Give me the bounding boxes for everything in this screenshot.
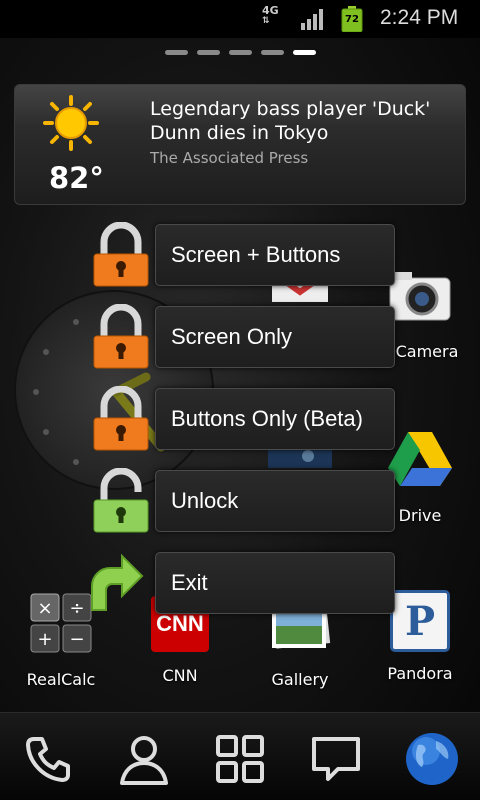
unlocked-padlock-icon [93, 468, 149, 533]
menu-item-screen-buttons[interactable]: Screen + Buttons [155, 224, 395, 286]
network-type-indicator: 4G ⇅ [262, 4, 279, 26]
page-dot [229, 50, 252, 55]
menu-item-buttons-only[interactable]: Buttons Only (Beta) [155, 388, 395, 450]
clock-time: 2:24 PM [380, 6, 459, 29]
dock-bar [0, 712, 480, 800]
page-dot [261, 50, 284, 55]
menu-item-exit[interactable]: Exit [155, 552, 395, 614]
news-headline[interactable]: Legendary bass player 'Duck' Dunn dies i… [150, 97, 450, 145]
messaging-icon[interactable] [308, 731, 364, 787]
page-dot-active [293, 50, 316, 55]
menu-item-screen-only[interactable]: Screen Only [155, 306, 395, 368]
page-dot [165, 50, 188, 55]
phone-icon[interactable] [20, 731, 76, 787]
battery-icon: 72 [341, 6, 363, 32]
locked-padlock-icon [93, 222, 149, 287]
svg-text:×: × [37, 598, 52, 619]
menu-item-label: Buttons Only (Beta) [171, 406, 363, 431]
camera-icon [389, 272, 451, 321]
weather-news-widget[interactable]: 82° Legendary bass player 'Duck' Dunn di… [14, 84, 466, 205]
pandora-logo-text: P [404, 597, 436, 645]
svg-text:−: − [69, 629, 84, 650]
status-bar: 4G ⇅ 72 2:24 PM [0, 0, 480, 38]
battery-level: 72 [345, 14, 359, 25]
menu-item-label: Exit [171, 570, 208, 595]
menu-item-label: Screen + Buttons [171, 242, 341, 267]
svg-text:+: + [37, 629, 52, 650]
app-drawer-icon[interactable] [212, 731, 268, 787]
temperature: 82° [49, 161, 104, 195]
realcalc-label: RealCalc [26, 670, 96, 689]
signal-strength-icon [301, 9, 323, 30]
pandora-icon: P [390, 590, 450, 652]
cnn-label: CNN [162, 666, 198, 685]
locked-padlock-icon [93, 304, 149, 369]
sun-icon [43, 95, 99, 151]
drive-icon [388, 432, 452, 486]
exit-arrow-icon [91, 553, 144, 611]
contacts-icon[interactable] [116, 731, 172, 787]
menu-item-label: Screen Only [171, 324, 293, 349]
menu-item-label: Unlock [171, 488, 239, 513]
pandora-label: Pandora [387, 664, 453, 683]
locked-padlock-icon [93, 386, 149, 451]
news-source: The Associated Press [150, 149, 309, 167]
cnn-logo-text: CNN [156, 611, 204, 636]
gallery-label: Gallery [271, 670, 329, 689]
page-dot [197, 50, 220, 55]
home-page-indicator[interactable] [165, 50, 316, 55]
menu-item-unlock[interactable]: Unlock [155, 470, 395, 532]
svg-text:÷: ÷ [69, 598, 84, 619]
browser-globe-icon[interactable] [404, 731, 460, 787]
